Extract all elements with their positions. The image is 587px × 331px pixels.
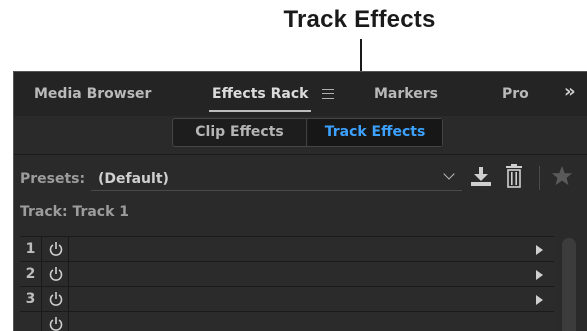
overflow-chevron-icon[interactable]: » <box>564 81 576 102</box>
power-icon <box>49 317 63 331</box>
power-icon <box>49 242 63 256</box>
play-arrow-icon[interactable] <box>536 270 543 280</box>
slot-number: 3 <box>20 287 42 311</box>
power-icon <box>49 267 63 281</box>
tab-markers[interactable]: Markers <box>374 86 438 102</box>
power-button[interactable] <box>43 237 69 261</box>
track-effects-button[interactable]: Track Effects <box>308 119 442 146</box>
presets-value: (Default) <box>98 171 169 187</box>
divider <box>14 154 587 155</box>
effect-slot[interactable] <box>70 262 550 286</box>
effects-mode-toggle: Clip Effects Track Effects <box>172 118 443 147</box>
slot-number: 1 <box>20 237 42 261</box>
rack-slot-row-partial[interactable] <box>20 312 554 331</box>
slot-number <box>20 312 42 331</box>
rack-slot-row[interactable]: 1 <box>20 237 554 262</box>
save-download-icon[interactable] <box>470 167 492 187</box>
track-label: Track: Track 1 <box>20 204 130 220</box>
active-tab-indicator <box>209 110 311 112</box>
clip-effects-button[interactable]: Clip Effects <box>173 119 307 146</box>
menu-icon[interactable] <box>322 89 334 99</box>
rack-slot-row[interactable]: 3 <box>20 287 554 312</box>
effects-rack-list: 1 2 3 <box>20 236 554 331</box>
callout-label: Track Effects <box>283 6 436 33</box>
star-icon[interactable] <box>551 165 573 187</box>
presets-label: Presets: <box>20 171 86 187</box>
power-button[interactable] <box>43 262 69 286</box>
play-arrow-icon[interactable] <box>536 245 543 255</box>
effect-slot[interactable] <box>70 237 550 261</box>
power-button[interactable] <box>43 287 69 311</box>
panel-tab-bar: Media Browser Effects Rack Markers Pro » <box>14 72 587 116</box>
tab-media-browser[interactable]: Media Browser <box>34 86 151 102</box>
chevron-down-icon <box>443 168 455 180</box>
presets-dropdown[interactable]: (Default) <box>91 165 462 191</box>
power-button[interactable] <box>43 312 69 331</box>
trash-icon[interactable] <box>505 164 523 188</box>
tab-properties[interactable]: Pro <box>502 86 529 102</box>
rack-scrollbar[interactable] <box>562 238 576 331</box>
rack-slot-row[interactable]: 2 <box>20 262 554 287</box>
play-arrow-icon[interactable] <box>536 295 543 305</box>
slot-number: 2 <box>20 262 42 286</box>
tab-effects-rack[interactable]: Effects Rack <box>212 86 308 102</box>
toolbar-separator <box>539 166 540 190</box>
effect-slot[interactable] <box>70 287 550 311</box>
power-icon <box>49 292 63 306</box>
effects-rack-panel: Media Browser Effects Rack Markers Pro »… <box>13 71 587 331</box>
